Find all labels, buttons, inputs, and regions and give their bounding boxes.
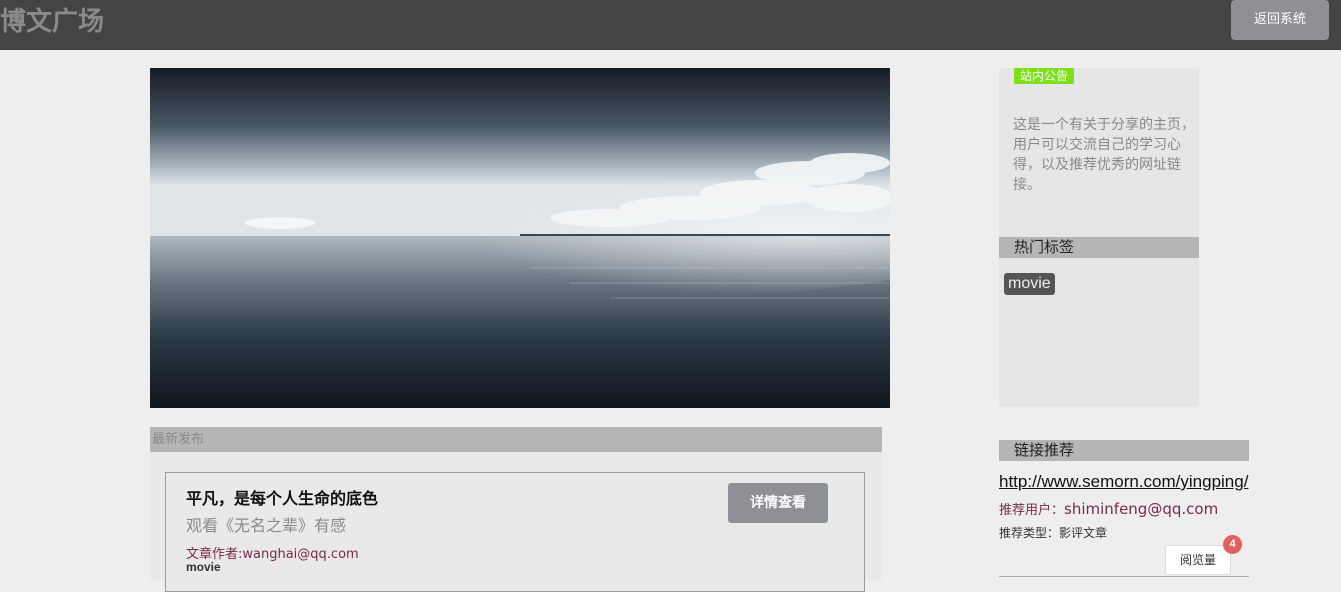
article-card: 平凡，是每个人生命的底色 观看《无名之辈》有感 文章作者:wanghai@qq.… [165, 472, 865, 592]
link-recommender: 推荐用户：shiminfeng@qq.com [999, 499, 1249, 518]
link-type: 推荐类型：影评文章 [999, 524, 1107, 541]
link-type-label: 推荐类型： [999, 526, 1060, 540]
hot-tags-header: 热门标签 [999, 237, 1199, 258]
detail-view-button[interactable]: 详情查看 [728, 483, 828, 523]
notice-text: 这是一个有关于分享的主页，用户可以交流自己的学习心得，以及推荐优秀的网址链接。 [1013, 117, 1195, 193]
recommended-link[interactable]: http://www.semorn.com/yingping/ [999, 472, 1249, 492]
author-email: wanghai@qq.com [242, 547, 359, 562]
notice-label: 站内公告 [1014, 68, 1075, 84]
hero-banner-image [150, 68, 890, 408]
article-title: 平凡，是每个人生命的底色 [186, 489, 379, 508]
recommender-email: shiminfeng@qq.com [1064, 500, 1219, 518]
latest-section-header: 最新发布 [150, 427, 882, 452]
recommender-label: 推荐用户： [999, 503, 1065, 518]
site-title: 博文广场 [0, 7, 105, 37]
article-subtitle: 观看《无名之辈》有感 [186, 516, 347, 535]
top-navbar: 博文广场 返回系统 [0, 0, 1341, 50]
divider [999, 576, 1249, 577]
link-type-value: 影评文章 [1059, 526, 1108, 540]
tag-chip-movie[interactable]: movie [1004, 273, 1055, 295]
views-count-badge: 4 [1223, 535, 1242, 554]
views-button[interactable]: 阅览量 [1165, 545, 1231, 575]
article-tag: movie [186, 560, 221, 574]
links-header: 链接推荐 [999, 440, 1249, 461]
back-to-system-button[interactable]: 返回系统 [1231, 0, 1329, 40]
